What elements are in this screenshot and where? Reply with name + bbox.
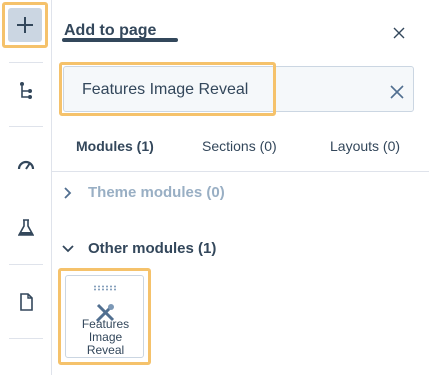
plus-icon bbox=[17, 17, 33, 33]
tree-button[interactable] bbox=[0, 78, 52, 102]
tab-sections[interactable]: Sections (0) bbox=[202, 138, 277, 154]
rail-divider bbox=[9, 62, 43, 63]
section-other-modules[interactable]: Other modules (1) bbox=[62, 240, 216, 257]
search-field bbox=[59, 62, 417, 116]
page-button[interactable] bbox=[0, 290, 52, 314]
tab-bar: Modules (1) Sections (0) Layouts (0) bbox=[52, 130, 429, 172]
module-card-label: Features Image Reveal bbox=[66, 318, 145, 357]
document-icon bbox=[20, 293, 33, 311]
close-icon bbox=[393, 27, 405, 39]
rail-divider bbox=[9, 126, 43, 127]
chevron-down-icon bbox=[62, 243, 74, 255]
module-label-line: Reveal bbox=[86, 343, 125, 357]
search-input[interactable] bbox=[82, 79, 362, 101]
rail-divider bbox=[9, 338, 43, 339]
tree-structure-icon bbox=[20, 82, 32, 99]
add-button-highlight[interactable] bbox=[2, 2, 48, 48]
chevron-right-icon bbox=[62, 186, 74, 199]
module-card[interactable]: Features Image Reveal bbox=[65, 275, 144, 358]
speedometer-icon bbox=[17, 160, 35, 170]
clear-icon bbox=[390, 85, 404, 99]
performance-button[interactable] bbox=[0, 152, 52, 176]
section-other-label: Other modules (1) bbox=[88, 240, 217, 257]
section-theme-modules[interactable]: Theme modules (0) bbox=[62, 184, 225, 201]
add-button[interactable] bbox=[8, 8, 42, 42]
section-theme-label: Theme modules (0) bbox=[88, 184, 225, 201]
flask-icon bbox=[18, 219, 34, 236]
drag-handle-icon[interactable] bbox=[93, 285, 117, 291]
clear-search-button[interactable] bbox=[388, 83, 406, 101]
left-rail bbox=[0, 0, 52, 375]
active-tab-indicator bbox=[62, 38, 178, 42]
rail-divider bbox=[9, 264, 43, 265]
search-box[interactable] bbox=[63, 66, 414, 112]
tab-layouts[interactable]: Layouts (0) bbox=[330, 138, 400, 154]
tab-modules[interactable]: Modules (1) bbox=[76, 138, 154, 154]
module-card-highlight: Features Image Reveal bbox=[58, 268, 151, 365]
test-button[interactable] bbox=[0, 216, 52, 240]
close-button[interactable] bbox=[390, 24, 408, 42]
